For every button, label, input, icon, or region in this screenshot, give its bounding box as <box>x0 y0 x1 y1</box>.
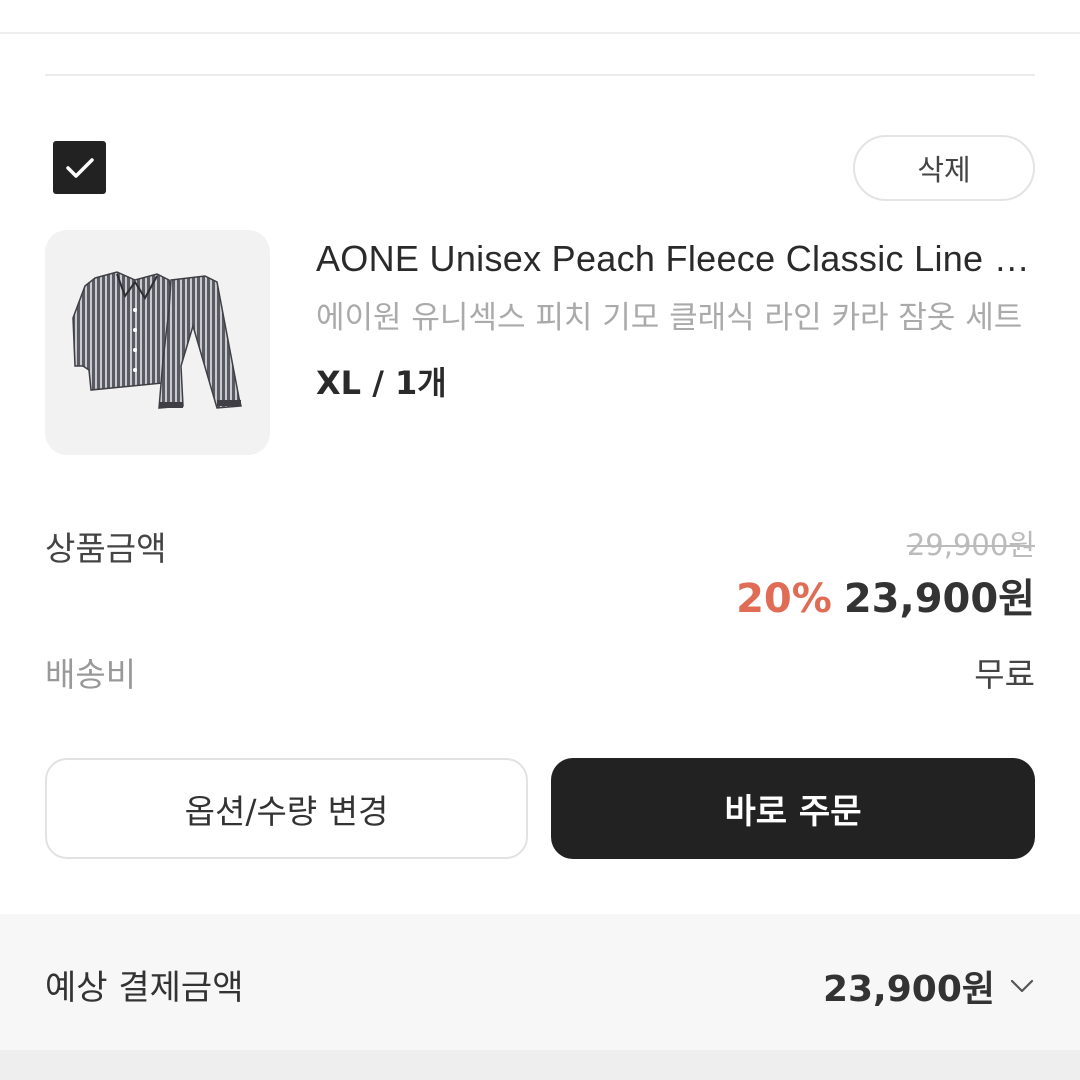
shipping-fee-label: 배송비 <box>45 655 137 694</box>
cart-page: 삭제 AONE Unisex Peach Fleece Classic Line… <box>0 0 1080 1080</box>
chevron-down-icon[interactable] <box>1009 978 1035 994</box>
product-name-korean: 에이원 유니섹스 피치 기모 클래식 라인 카라 잠옷 세트 <box>316 300 1023 336</box>
checkmark-icon <box>65 157 94 178</box>
product-name[interactable]: AONE Unisex Peach Fleece Classic Line Co… <box>316 238 1036 280</box>
discount-rate: 20% <box>736 576 832 622</box>
expected-payment-total[interactable]: 23,900원 <box>823 960 1035 1012</box>
sale-price-row: 20% 23,900원 <box>736 566 1035 624</box>
product-image[interactable] <box>45 230 270 455</box>
shipping-fee-value: 무료 <box>974 655 1035 694</box>
order-now-button[interactable]: 바로 주문 <box>551 758 1035 859</box>
striped-pajama-set-image <box>72 271 242 409</box>
selected-option: XL / 1개 <box>316 364 447 402</box>
expected-payment-label: 예상 결제금액 <box>45 968 244 1008</box>
bottom-strip <box>0 1050 1080 1080</box>
delete-button[interactable]: 삭제 <box>853 135 1035 201</box>
item-checkbox[interactable] <box>53 141 106 194</box>
section-divider <box>45 74 1035 76</box>
original-price: 29,900원 <box>906 528 1035 562</box>
change-option-button[interactable]: 옵션/수량 변경 <box>45 758 528 859</box>
product-price-label: 상품금액 <box>45 529 167 568</box>
sale-price: 23,900원 <box>843 576 1035 622</box>
expected-payment-amount: 23,900원 <box>822 969 995 1010</box>
top-divider <box>0 32 1080 34</box>
